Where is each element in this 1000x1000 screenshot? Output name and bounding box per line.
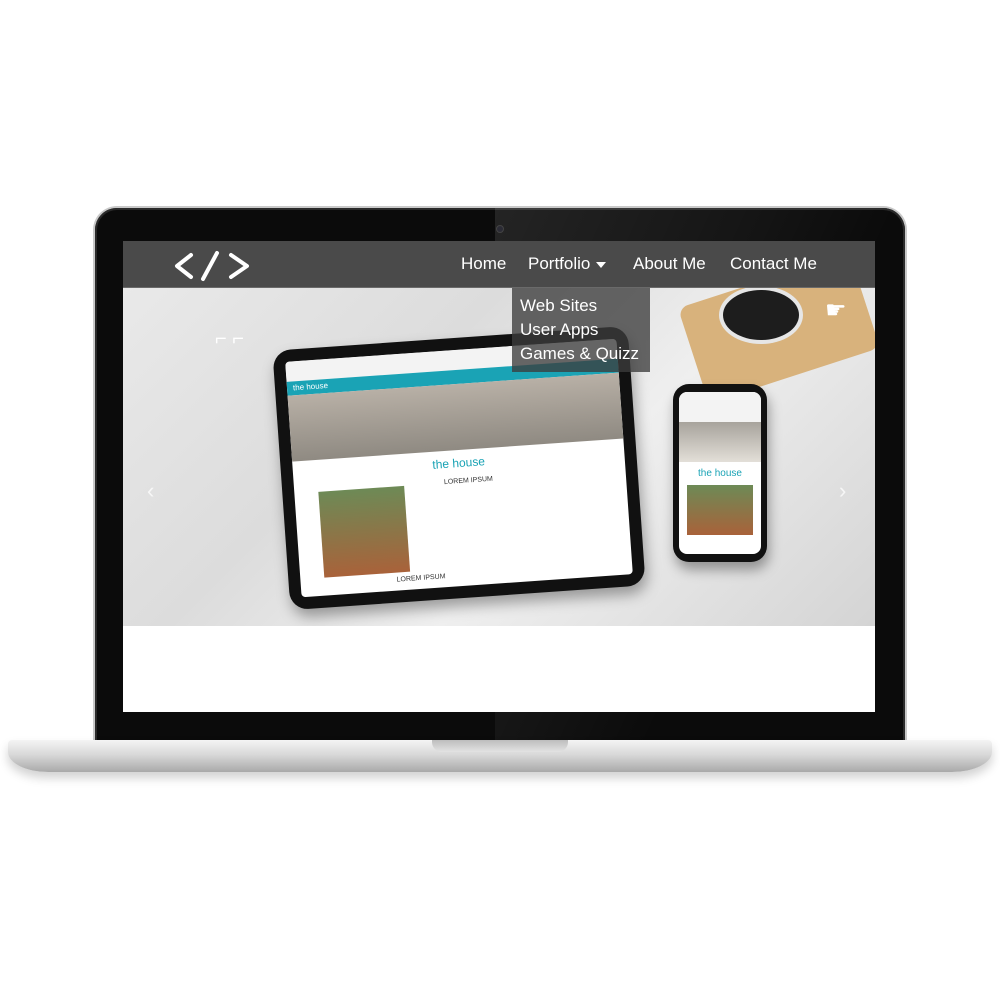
phone-logo: the house	[698, 468, 742, 479]
nav-about-link[interactable]: About Me	[633, 254, 706, 274]
phone-plant-photo	[687, 485, 753, 535]
top-navbar: Home Portfolio About Me Contact Me	[123, 241, 875, 288]
tablet-heading: LOREM IPSUM	[443, 475, 494, 487]
tablet-footer-heading: LOREM IPSUM	[396, 573, 446, 584]
carousel-prev-arrow[interactable]: ‹	[147, 478, 154, 504]
dropdown-item-games-quizz[interactable]: Games & Quizz	[512, 342, 650, 366]
earbuds-image: ⌐ ⌐	[215, 328, 244, 350]
dropdown-item-user-apps[interactable]: User Apps	[512, 318, 650, 342]
nav-portfolio-label: Portfolio	[528, 254, 591, 273]
phone-header	[679, 392, 761, 422]
phone-room-photo	[679, 422, 761, 462]
code-brackets-icon[interactable]	[171, 249, 253, 283]
phone-screen: the house	[679, 392, 761, 554]
pointing-hand-icon: ☛	[825, 297, 847, 324]
nav-portfolio-link[interactable]: Portfolio	[528, 254, 607, 274]
webcam-icon	[497, 226, 503, 232]
caret-down-icon	[596, 261, 607, 268]
phone-mockup: the house	[673, 384, 767, 562]
nav-home-link[interactable]: Home	[461, 254, 506, 274]
device-mockup: Home Portfolio About Me Contact Me ⌐ ⌐ t…	[0, 0, 1000, 1000]
carousel-next-arrow[interactable]: ›	[839, 478, 846, 504]
laptop-notch	[432, 740, 568, 752]
portfolio-dropdown-menu: Web Sites User Apps Games & Quizz	[512, 288, 650, 372]
dropdown-item-web-sites[interactable]: Web Sites	[512, 294, 650, 318]
nav-contact-link[interactable]: Contact Me	[730, 254, 817, 274]
laptop-screen: Home Portfolio About Me Contact Me ⌐ ⌐ t…	[123, 241, 875, 712]
hero-carousel: ⌐ ⌐ the house the house LOREM IPSUM LORE…	[123, 288, 875, 626]
tablet-plant-photo	[318, 485, 411, 578]
page-content-area	[123, 626, 875, 712]
tablet-screen: the house the house LOREM IPSUM LOREM IP…	[285, 338, 633, 598]
coffee-cup-image	[723, 290, 799, 340]
